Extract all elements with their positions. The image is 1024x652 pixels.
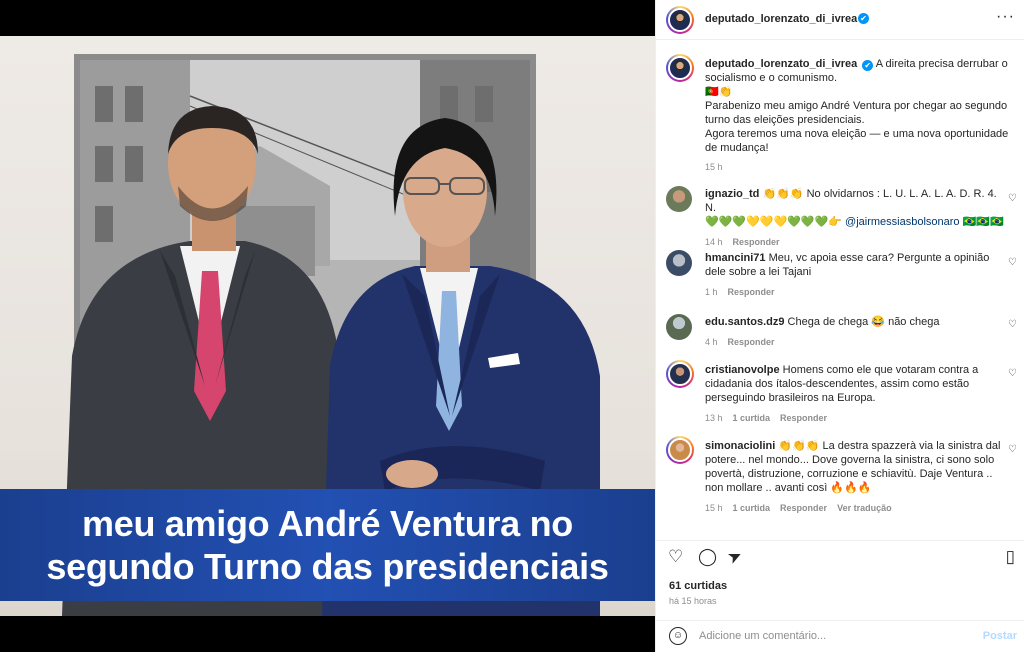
reply-button[interactable]: Responder	[733, 237, 780, 247]
caption-author-avatar[interactable]	[666, 54, 694, 82]
comment-timestamp: 15 h	[705, 503, 723, 513]
commenter-username[interactable]: simonaciolini	[705, 440, 775, 452]
post-header: deputado_lorenzato_di_ivrea ✔ ···	[656, 0, 1024, 40]
post-media[interactable]: meu amigo André Ventura no segundo Turno…	[0, 0, 655, 652]
comment-input[interactable]: Adicione um comentário...	[699, 630, 826, 642]
comment-item: edu.santos.dz9 Chega de chega 😂 não cheg…	[666, 312, 1021, 348]
overlay-caption: meu amigo André Ventura no segundo Turno…	[0, 489, 655, 601]
post-time-ago: há 15 horas	[669, 596, 717, 606]
caption-text-line3: 🇵🇹👏	[705, 86, 733, 98]
add-comment-bar: ☺ Adicione um comentário... Postar	[656, 620, 1024, 652]
comment-item: cristianovolpe Homens como ele que votar…	[666, 360, 1021, 424]
caption-text-line2: socialismo e o comunismo.	[705, 72, 838, 84]
comment-like-icon[interactable]: ♡	[1008, 368, 1017, 379]
commenter-username[interactable]: cristianovolpe	[705, 364, 780, 376]
author-avatar[interactable]	[666, 6, 694, 34]
commenter-avatar[interactable]	[666, 186, 692, 212]
comment-timestamp: 1 h	[705, 287, 718, 297]
comment-text-line3: perseguindo brasileiros na Europa.	[705, 392, 876, 404]
commenter-avatar[interactable]	[666, 314, 692, 340]
commenter-avatar[interactable]	[666, 250, 692, 276]
comment-text-line1: Meu, vc apoia esse cara? Pergunte a opin…	[768, 252, 990, 264]
comment-item: hmancini71 Meu, vc apoia esse cara? Perg…	[666, 248, 1021, 298]
caption-verified-icon: ✔	[862, 60, 874, 71]
comment-text-line2: cidadania dos ítalos-descendentes, assim…	[705, 378, 970, 390]
comment-emoji: 💚💚💚💛💛💛💚💚💚👉	[705, 216, 842, 228]
comment-like-icon[interactable]: ♡	[1008, 444, 1017, 455]
comment-text-line1: Homens como ele que votaram contra a	[782, 364, 979, 376]
overlay-caption-line2: segundo Turno das presidenciais	[46, 546, 609, 587]
translate-button[interactable]: Ver tradução	[837, 503, 892, 513]
emoji-picker-icon[interactable]: ☺	[669, 627, 687, 645]
reply-button[interactable]: Responder	[728, 287, 775, 297]
comment-text-line1: Chega de chega 😂 não chega	[787, 316, 940, 328]
caption-username[interactable]: deputado_lorenzato_di_ivrea	[705, 58, 857, 70]
comment-likes-count[interactable]: 1 curtida	[733, 413, 771, 423]
caption-text-line7: de mudança!	[705, 142, 769, 154]
comment-text-line1: 👏👏👏 La destra spazzerà via la sinistra d…	[778, 440, 1001, 452]
comment-flags: 🇧🇷🇧🇷🇧🇷	[962, 216, 1004, 228]
reply-button[interactable]: Responder	[780, 413, 827, 423]
overlay-caption-line1: meu amigo André Ventura no	[82, 503, 573, 544]
comment-text-line2: potere... nel mondo... Dove governa la s…	[705, 454, 995, 466]
comment-like-icon[interactable]: ♡	[1008, 193, 1017, 204]
likes-count[interactable]: 61 curtidas	[669, 580, 727, 592]
comment-text-line4: non mollare .. avanti così 🔥🔥🔥	[705, 482, 872, 494]
commenter-username[interactable]: edu.santos.dz9	[705, 316, 784, 328]
post-action-bar: ♡ ◯ ➤ ▯	[656, 540, 1024, 574]
comment-likes-count[interactable]: 1 curtida	[733, 503, 771, 513]
comment-like-icon[interactable]: ♡	[1008, 319, 1017, 330]
comment-timestamp: 13 h	[705, 413, 723, 423]
commenter-username[interactable]: ignazio_td	[705, 188, 759, 200]
share-send-icon[interactable]: ➤	[724, 545, 745, 569]
like-heart-icon[interactable]: ♡	[668, 547, 683, 567]
comment-mention-link[interactable]: @jairmessiasbolsonaro	[845, 216, 960, 228]
caption-text-line1: A direita precisa derrubar o	[875, 58, 1008, 70]
caption-timestamp: 15 h	[705, 162, 723, 172]
comment-like-icon[interactable]: ♡	[1008, 257, 1017, 268]
commenter-username[interactable]: hmancini71	[705, 252, 766, 264]
reply-button[interactable]: Responder	[780, 503, 827, 513]
comment-text-line3: povertà, distruzione, corruzione e schia…	[705, 468, 993, 480]
reply-button[interactable]: Responder	[728, 337, 775, 347]
verified-badge-icon: ✔	[858, 13, 869, 24]
commenter-avatar[interactable]	[666, 436, 694, 464]
comment-bubble-icon[interactable]: ◯	[698, 547, 717, 567]
post-side-panel: deputado_lorenzato_di_ivrea ✔ ··· deputa…	[655, 0, 1024, 652]
comment-text-line2: dele sobre a lei Tajani	[705, 266, 812, 278]
comment-item: ignazio_td 👏👏👏 No olvidarnos : L. U. L. …	[666, 184, 1021, 247]
bookmark-save-icon[interactable]: ▯	[1006, 547, 1015, 567]
caption-text-line4: Parabenizo meu amigo André Ventura por c…	[705, 100, 1008, 112]
comment-timestamp: 4 h	[705, 337, 718, 347]
commenter-avatar[interactable]	[666, 360, 694, 388]
comment-item: simonaciolini 👏👏👏 La destra spazzerà via…	[666, 436, 1021, 516]
caption-text-line6: Agora teremos uma nova eleição — e uma n…	[705, 128, 1009, 140]
more-options-icon[interactable]: ···	[996, 8, 1015, 26]
author-username[interactable]: deputado_lorenzato_di_ivrea	[705, 13, 857, 25]
comment-timestamp: 14 h	[705, 237, 723, 247]
post-comment-button[interactable]: Postar	[983, 630, 1017, 642]
caption-text-line5: turno das eleições presidenciais.	[705, 114, 865, 126]
